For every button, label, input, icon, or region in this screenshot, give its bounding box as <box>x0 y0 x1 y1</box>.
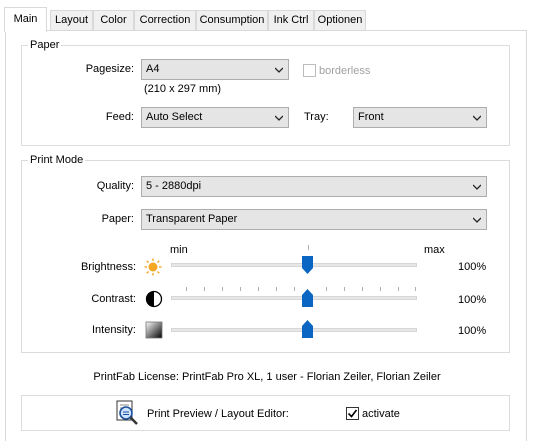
activate-checkbox[interactable] <box>346 407 359 420</box>
feed-label: Feed: <box>105 111 134 123</box>
brightness-value: 100% <box>458 261 487 273</box>
contrast-slider-track[interactable] <box>171 296 417 300</box>
tab-ink-ctrl[interactable]: Ink Ctrl <box>268 10 314 31</box>
pagesize-dimensions: (210 x 297 mm) <box>144 83 222 95</box>
checkmark-icon <box>347 409 358 418</box>
brightness-slider-track[interactable] <box>171 263 417 267</box>
contrast-label: Contrast: <box>91 293 136 305</box>
tab-main[interactable]: Main <box>4 7 47 32</box>
tray-label: Tray: <box>304 111 329 123</box>
borderless-label: borderless <box>319 65 371 77</box>
activate-label: activate <box>362 408 400 420</box>
chevron-down-icon <box>473 184 481 190</box>
license-text: PrintFab License: PrintFab Pro XL, 1 use… <box>93 371 441 383</box>
brightness-label: Brightness: <box>80 261 136 273</box>
tab-optionen[interactable]: Optionen <box>314 10 366 31</box>
tab-layout[interactable]: Layout <box>50 10 93 31</box>
intensity-slider-thumb[interactable] <box>302 320 313 338</box>
tray-value: Front <box>358 111 384 123</box>
intensity-label: Intensity: <box>91 324 136 336</box>
center-tick-mark <box>308 245 309 250</box>
paper-type-label: Paper: <box>101 213 134 225</box>
tab-bar: Main Layout Color Correction Consumption… <box>0 0 533 32</box>
pagesize-value: A4 <box>146 63 160 75</box>
intensity-slider-track[interactable] <box>171 328 417 332</box>
chevron-down-icon <box>473 217 481 223</box>
tab-color[interactable]: Color <box>93 10 134 31</box>
print-mode-group-title: Print Mode <box>28 153 86 167</box>
scale-min-label: min <box>170 244 188 256</box>
chevron-down-icon <box>275 115 283 121</box>
feed-value: Auto Select <box>146 111 203 123</box>
print-preview-label: Print Preview / Layout Editor: <box>147 408 289 420</box>
pagesize-select[interactable]: A4 <box>141 59 289 80</box>
paper-type-select[interactable]: Transparent Paper <box>141 209 487 230</box>
brightness-slider-thumb[interactable] <box>302 256 313 274</box>
gradient-icon <box>145 321 163 339</box>
tab-correction[interactable]: Correction <box>134 10 196 31</box>
sun-icon <box>144 258 162 276</box>
contrast-icon <box>145 290 163 308</box>
tab-content-panel: Paper Pagesize: A4 (210 x 297 mm) border… <box>5 30 527 441</box>
intensity-value: 100% <box>458 325 487 337</box>
tab-consumption[interactable]: Consumption <box>196 10 268 31</box>
pagesize-label: Pagesize: <box>85 63 134 75</box>
tray-select[interactable]: Front <box>353 107 487 128</box>
contrast-value: 100% <box>458 294 487 306</box>
chevron-down-icon <box>473 115 481 121</box>
quality-value: 5 - 2880dpi <box>146 180 202 192</box>
quality-select[interactable]: 5 - 2880dpi <box>141 176 487 197</box>
borderless-checkbox[interactable] <box>303 64 316 77</box>
contrast-slider-thumb[interactable] <box>302 289 313 307</box>
chevron-down-icon <box>275 67 283 73</box>
paper-type-value: Transparent Paper <box>146 213 238 225</box>
magnifier-document-icon[interactable] <box>114 400 140 426</box>
scale-max-label: max <box>424 244 445 256</box>
paper-group-title: Paper <box>28 38 62 52</box>
quality-label: Quality: <box>96 180 134 192</box>
feed-select[interactable]: Auto Select <box>141 107 289 128</box>
